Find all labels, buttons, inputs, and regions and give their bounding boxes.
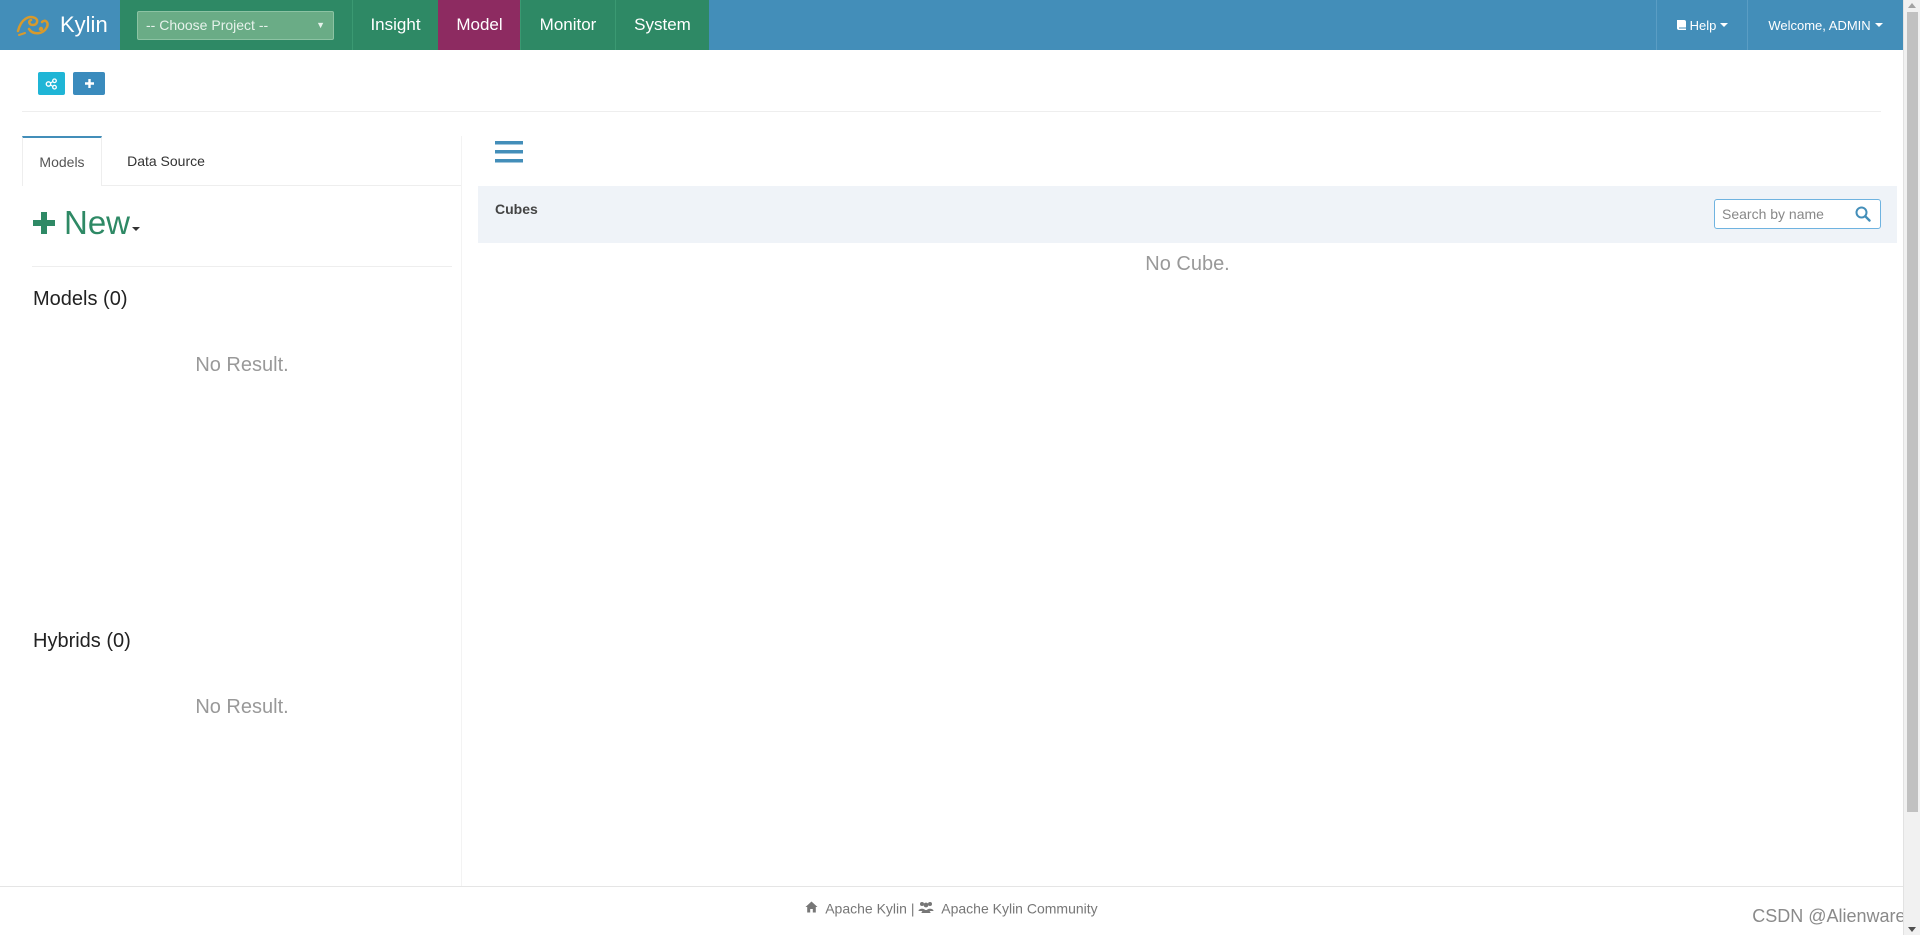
brand-name: Kylin [60, 12, 108, 37]
plus-icon [32, 211, 56, 235]
left-divider [32, 266, 452, 267]
search-icon[interactable] [1851, 206, 1875, 222]
bars-icon[interactable] [495, 140, 523, 169]
footer-link-kylin[interactable]: Apache Kylin [825, 900, 907, 916]
user-label: Welcome, ADMIN [1768, 17, 1871, 33]
tab-model[interactable]: Model [438, 0, 520, 50]
tab-models-label: Models [39, 154, 85, 170]
cubes-empty-message: No Cube. [1145, 253, 1230, 275]
tab-models[interactable]: Models [22, 136, 102, 186]
tab-system[interactable]: System [615, 0, 709, 50]
main-nav: Insight Model Monitor System [352, 0, 709, 50]
scroll-up-icon[interactable] [1908, 3, 1916, 8]
tab-monitor[interactable]: Monitor [520, 0, 615, 50]
top-navbar: Kylin -- Choose Project -- ▼ Insight Mod… [0, 0, 1903, 50]
left-panel: Models Data Source New Models (0) No Res… [22, 136, 462, 886]
footer: Apache Kylin | Apache Kylin Community [0, 899, 1903, 916]
add-button[interactable] [73, 72, 105, 95]
new-label: New [64, 204, 131, 241]
help-label: Help [1689, 17, 1717, 33]
book-icon [1676, 19, 1687, 31]
users-icon [918, 900, 934, 916]
toolbar [38, 72, 105, 95]
kylin-logo-icon [14, 7, 52, 43]
toolbar-divider [22, 111, 1881, 112]
watermark: CSDN @Alienware^ [1752, 906, 1914, 926]
cubes-title: Cubes [495, 201, 538, 217]
select-caret-icon: ▼ [316, 20, 325, 30]
page-scrollbar[interactable] [1903, 0, 1920, 935]
nav-right: Help Welcome, ADMIN [1656, 0, 1903, 50]
tab-system-label: System [634, 15, 691, 34]
new-button[interactable]: New [32, 204, 141, 242]
user-menu[interactable]: Welcome, ADMIN [1747, 0, 1903, 50]
project-selector-area: -- Choose Project -- ▼ [120, 0, 352, 50]
models-empty-message: No Result. [195, 354, 289, 376]
left-tabs: Models Data Source [22, 136, 461, 186]
footer-divider [0, 886, 1903, 887]
home-icon [805, 900, 818, 916]
sitemap-button[interactable] [38, 72, 65, 95]
hybrids-empty-message: No Result. [195, 696, 289, 718]
search-input[interactable] [1715, 200, 1851, 228]
tab-monitor-label: Monitor [539, 15, 597, 34]
tab-data-source-label: Data Source [127, 153, 205, 169]
project-select-value: -- Choose Project -- [146, 17, 269, 33]
tab-insight[interactable]: Insight [352, 0, 438, 50]
help-caret-icon [1720, 23, 1729, 27]
tab-model-label: Model [456, 15, 503, 34]
scroll-down-icon[interactable] [1908, 927, 1916, 932]
new-caret-icon [132, 227, 141, 231]
help-menu[interactable]: Help [1656, 0, 1747, 50]
search-box [1714, 199, 1881, 229]
brand[interactable]: Kylin [0, 0, 120, 50]
cubes-header: Cubes [478, 186, 1897, 243]
project-select[interactable]: -- Choose Project -- ▼ [137, 10, 334, 40]
footer-link-community[interactable]: Apache Kylin Community [941, 900, 1097, 916]
models-title: Models (0) [33, 288, 128, 310]
sitemap-icon [45, 77, 58, 90]
tab-insight-label: Insight [370, 15, 421, 34]
footer-separator: | [910, 900, 915, 917]
plus-icon [84, 78, 95, 89]
tab-data-source[interactable]: Data Source [102, 136, 230, 186]
hybrids-title: Hybrids (0) [33, 630, 131, 652]
user-caret-icon [1874, 23, 1883, 27]
scroll-thumb[interactable] [1907, 12, 1918, 812]
